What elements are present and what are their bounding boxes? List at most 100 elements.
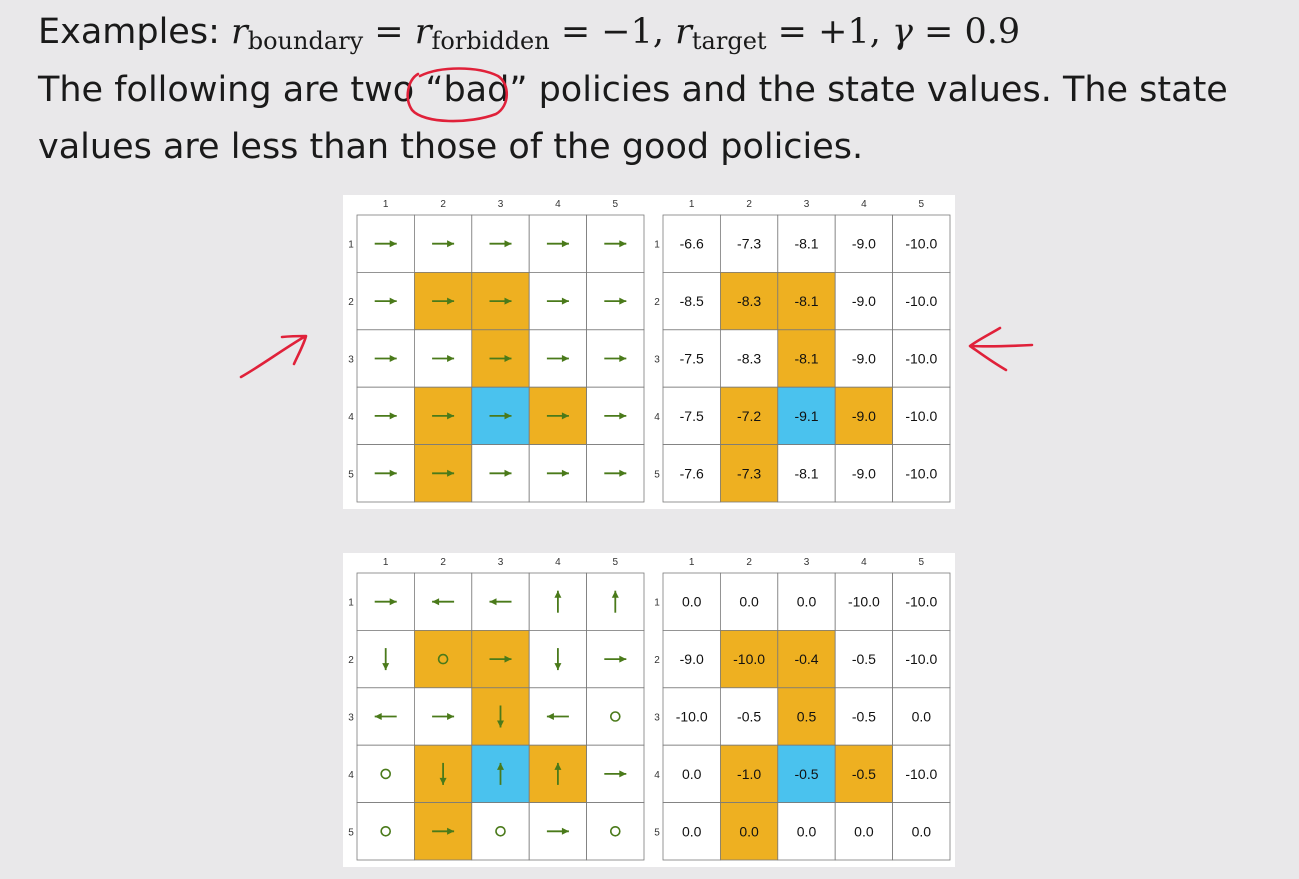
value-row-label: 3 [654,355,660,366]
state-value: -10.0 [848,594,880,610]
state-value: -10.0 [676,709,708,725]
state-value: -1.0 [737,766,761,782]
bad-policy-1-grids: 1 2 3 4 5 1 2 3 4 5 1 2 3 4 5 1 2 3 4 5 -6.6 -7.3 -8.1 -9.0 -10.… [348,199,951,503]
state-value: 0.0 [739,823,759,839]
policy-col-label: 4 [555,199,561,210]
state-value: -7.2 [737,408,761,424]
policy-row-label: 1 [348,598,354,609]
state-value: -0.5 [794,766,818,782]
state-value: -10.0 [905,293,937,309]
value-col-label: 5 [919,557,925,568]
description-line-2: values are less than those of the good p… [38,127,864,167]
state-value: -9.1 [794,408,818,424]
policy-cell-white [356,744,415,803]
state-value: 0.0 [682,594,702,610]
value-row-label: 1 [654,598,660,609]
value-col-label: 2 [746,199,752,210]
right-arrow-annotation [968,326,1034,372]
value-col-label: 1 [689,199,695,210]
description-line-1: The following are two “bad” policies and… [38,70,1228,110]
policy-col-label: 2 [440,557,446,568]
state-value: 0.0 [682,823,702,839]
policy-row-label: 4 [348,412,354,423]
state-value: 0.0 [739,594,759,610]
state-value: -10.0 [733,651,765,667]
state-value: -8.1 [794,351,818,367]
state-value: -9.0 [680,651,704,667]
bad-policy-2-panel: 1 2 3 4 5 1 2 3 4 5 1 2 3 4 5 1 2 3 4 5 0.0 0.0 0.0 -10.0 -10.0 -… [343,553,955,867]
value-row-label: 5 [654,469,660,480]
state-value: -0.4 [794,651,818,667]
state-value: -7.5 [680,351,704,367]
policy-col-label: 5 [613,199,619,210]
value-col-label: 5 [919,199,925,210]
state-value: 0.0 [854,823,874,839]
state-value: -9.0 [852,293,876,309]
state-value: -10.0 [905,236,937,252]
state-value: 0.5 [797,709,817,725]
policy-row-label: 1 [348,240,354,251]
state-value: -0.5 [852,709,876,725]
value-row-label: 5 [654,827,660,838]
value-col-label: 4 [861,557,867,568]
value-row-label: 4 [654,412,660,423]
examples-line: Examples: rboundary = rforbidden = −1, r… [38,12,1020,61]
state-value: -8.1 [794,236,818,252]
policy-col-label: 3 [498,199,504,210]
state-value: -10.0 [905,351,937,367]
state-value: -10.0 [905,766,937,782]
policy-col-label: 1 [383,557,389,568]
policy-row-label: 3 [348,355,354,366]
state-value: -7.5 [680,408,704,424]
state-value: -7.3 [737,465,761,481]
policy-row-label: 5 [348,827,354,838]
bad-policy-1-panel: 1 2 3 4 5 1 2 3 4 5 1 2 3 4 5 1 2 3 4 5 -6.6 -7.3 -8.1 -9.0 -10.… [343,195,955,509]
policy-col-label: 4 [555,557,561,568]
state-value: -9.0 [852,236,876,252]
state-value: -9.0 [852,351,876,367]
policy-row-label: 4 [348,770,354,781]
examples-label: Examples: [38,12,231,52]
bad-word: “bad” [425,70,528,110]
state-value: -9.0 [852,408,876,424]
state-value: -10.0 [905,651,937,667]
state-value: -8.3 [737,293,761,309]
policy-cell-white [586,687,645,746]
value-col-label: 3 [804,199,810,210]
state-value: -9.0 [852,465,876,481]
value-row-label: 1 [654,240,660,251]
state-value: -10.0 [905,408,937,424]
policy-cell-white [356,802,415,861]
state-value: -10.0 [905,465,937,481]
state-value: -0.5 [852,651,876,667]
state-value: 0.0 [797,823,817,839]
policy-row-label: 5 [348,469,354,480]
policy-row-label: 2 [348,297,354,308]
policy-row-label: 3 [348,713,354,724]
state-value: -8.3 [737,351,761,367]
value-col-label: 1 [689,557,695,568]
value-col-label: 3 [804,557,810,568]
policy-cell-white [586,802,645,861]
value-row-label: 2 [654,655,660,666]
value-col-label: 4 [861,199,867,210]
state-value: 0.0 [912,823,932,839]
policy-col-label: 5 [613,557,619,568]
state-value: -10.0 [905,594,937,610]
policy-col-label: 2 [440,199,446,210]
value-row-label: 4 [654,770,660,781]
state-value: 0.0 [797,594,817,610]
policy-cell-white [471,802,530,861]
left-arrow-annotation [239,334,308,379]
value-col-label: 2 [746,557,752,568]
state-value: -7.6 [680,465,704,481]
bad-policy-2-grids: 1 2 3 4 5 1 2 3 4 5 1 2 3 4 5 1 2 3 4 5 0.0 0.0 0.0 -10.0 -10.0 -… [348,557,951,861]
state-value: 0.0 [912,709,932,725]
state-value: -0.5 [852,766,876,782]
value-row-label: 2 [654,297,660,308]
state-value: -6.6 [680,236,704,252]
value-row-label: 3 [654,713,660,724]
state-value: -8.1 [794,465,818,481]
state-value: -0.5 [737,709,761,725]
policy-col-label: 1 [383,199,389,210]
